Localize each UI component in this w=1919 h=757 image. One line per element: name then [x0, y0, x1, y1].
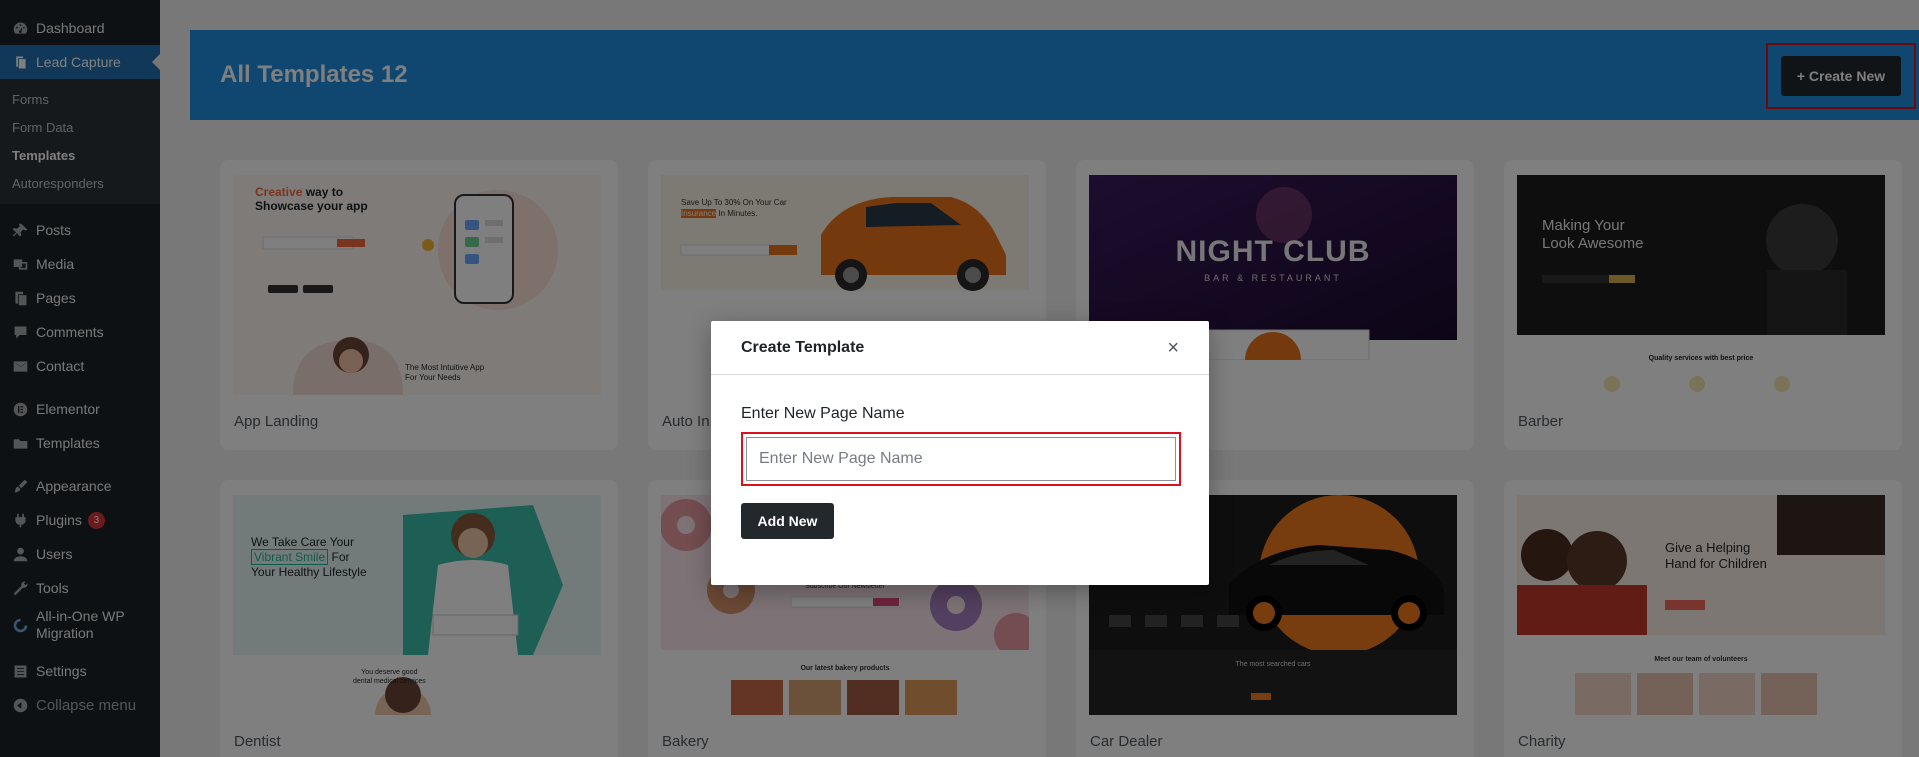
close-icon[interactable]: ×	[1167, 338, 1179, 358]
modal-header: Create Template ×	[711, 321, 1209, 375]
page-name-input[interactable]	[746, 437, 1176, 481]
add-new-button[interactable]: Add New	[741, 503, 834, 539]
page-name-highlight	[741, 432, 1181, 486]
page-name-label: Enter New Page Name	[741, 405, 905, 422]
create-template-modal: Create Template × Enter New Page Name Ad…	[711, 321, 1209, 585]
modal-title: Create Template	[741, 338, 865, 356]
modal-body: Enter New Page Name Add New	[711, 375, 1209, 539]
